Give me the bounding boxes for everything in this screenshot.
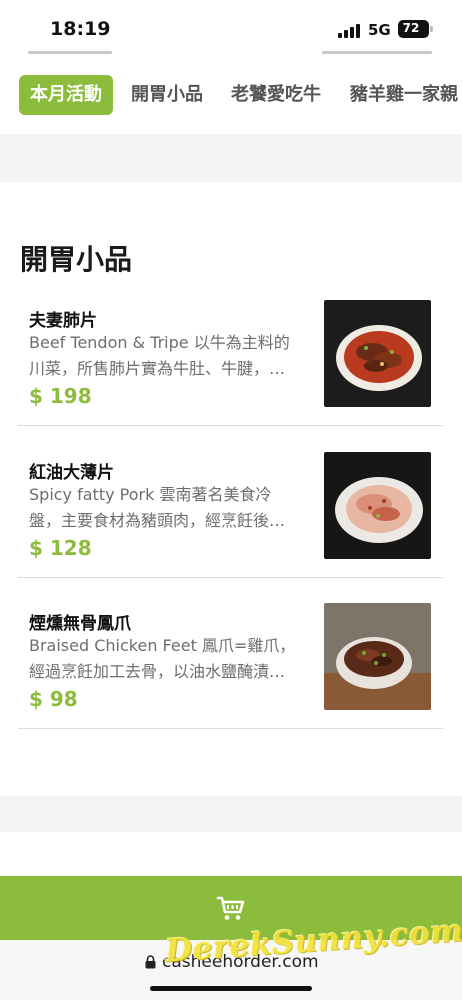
battery-icon: 72 <box>398 20 429 38</box>
menu-item[interactable]: 紅油大薄片 Spicy fatty Pork 雲南著名美食冷 盤，主要食材為豬頭… <box>18 452 443 578</box>
scrolled-content-edge <box>28 51 112 54</box>
tab-pork-lamb-chicken[interactable]: 豬羊雞一家親 <box>350 75 458 115</box>
item-description-line: Braised Chicken Feet 鳳爪=雞爪， <box>29 636 296 655</box>
battery-cap <box>430 26 433 32</box>
item-description-line: Spicy fatty Pork 雲南著名美食冷 <box>29 485 272 504</box>
item-description-line: 經過烹飪加工去骨，以油水鹽醃漬… <box>29 662 286 681</box>
status-time: 18:19 <box>50 18 111 40</box>
section-title: 開胃小品 <box>20 243 133 276</box>
menu-item[interactable]: 夫妻肺片 Beef Tendon & Tripe 以牛為主料的 川菜，所售肺片實… <box>18 300 443 426</box>
item-name: 煙燻無骨鳳爪 <box>29 614 131 634</box>
scrolled-content-edge <box>322 51 432 54</box>
item-price: $ 198 <box>29 384 92 408</box>
item-name: 夫妻肺片 <box>29 311 97 331</box>
network-type: 5G <box>368 21 391 39</box>
tab-beef[interactable]: 老饕愛吃牛 <box>231 75 321 115</box>
status-bar: 18:19 5G 72 <box>0 0 462 50</box>
tab-appetizers[interactable]: 開胃小品 <box>131 75 203 115</box>
item-name: 紅油大薄片 <box>29 463 114 483</box>
tab-monthly-events[interactable]: 本月活動 <box>19 75 113 115</box>
item-description-line: 盤，主要食材為豬頭肉，經烹飪後… <box>29 511 286 530</box>
menu-item[interactable]: 煙燻無骨鳳爪 Braised Chicken Feet 鳳爪=雞爪， 經過烹飪加… <box>18 603 443 729</box>
category-tabs: 本月活動 開胃小品 老饕愛吃牛 豬羊雞一家親 <box>0 58 462 134</box>
item-description-line: Beef Tendon & Tripe 以牛為主料的 <box>29 333 290 352</box>
item-price: $ 98 <box>29 687 78 711</box>
item-photo[interactable] <box>324 300 431 407</box>
item-description-line: 川菜，所售肺片實為牛肚、牛腱，… <box>29 359 286 378</box>
cart-icon[interactable] <box>216 894 246 922</box>
item-photo[interactable] <box>324 603 431 710</box>
footer-divider <box>0 796 462 832</box>
home-indicator[interactable] <box>150 986 312 991</box>
item-description: Spicy fatty Pork 雲南著名美食冷 盤，主要食材為豬頭肉，經烹飪後… <box>29 482 313 534</box>
lock-icon <box>145 954 156 969</box>
item-description: Braised Chicken Feet 鳳爪=雞爪， 經過烹飪加工去骨，以油水… <box>29 633 313 685</box>
item-photo[interactable] <box>324 452 431 559</box>
battery-level: 72 <box>402 21 420 35</box>
cellular-signal-icon <box>338 24 360 38</box>
item-description: Beef Tendon & Tripe 以牛為主料的 川菜，所售肺片實為牛肚、牛… <box>29 330 313 382</box>
item-price: $ 128 <box>29 536 92 560</box>
section-divider <box>0 134 462 182</box>
